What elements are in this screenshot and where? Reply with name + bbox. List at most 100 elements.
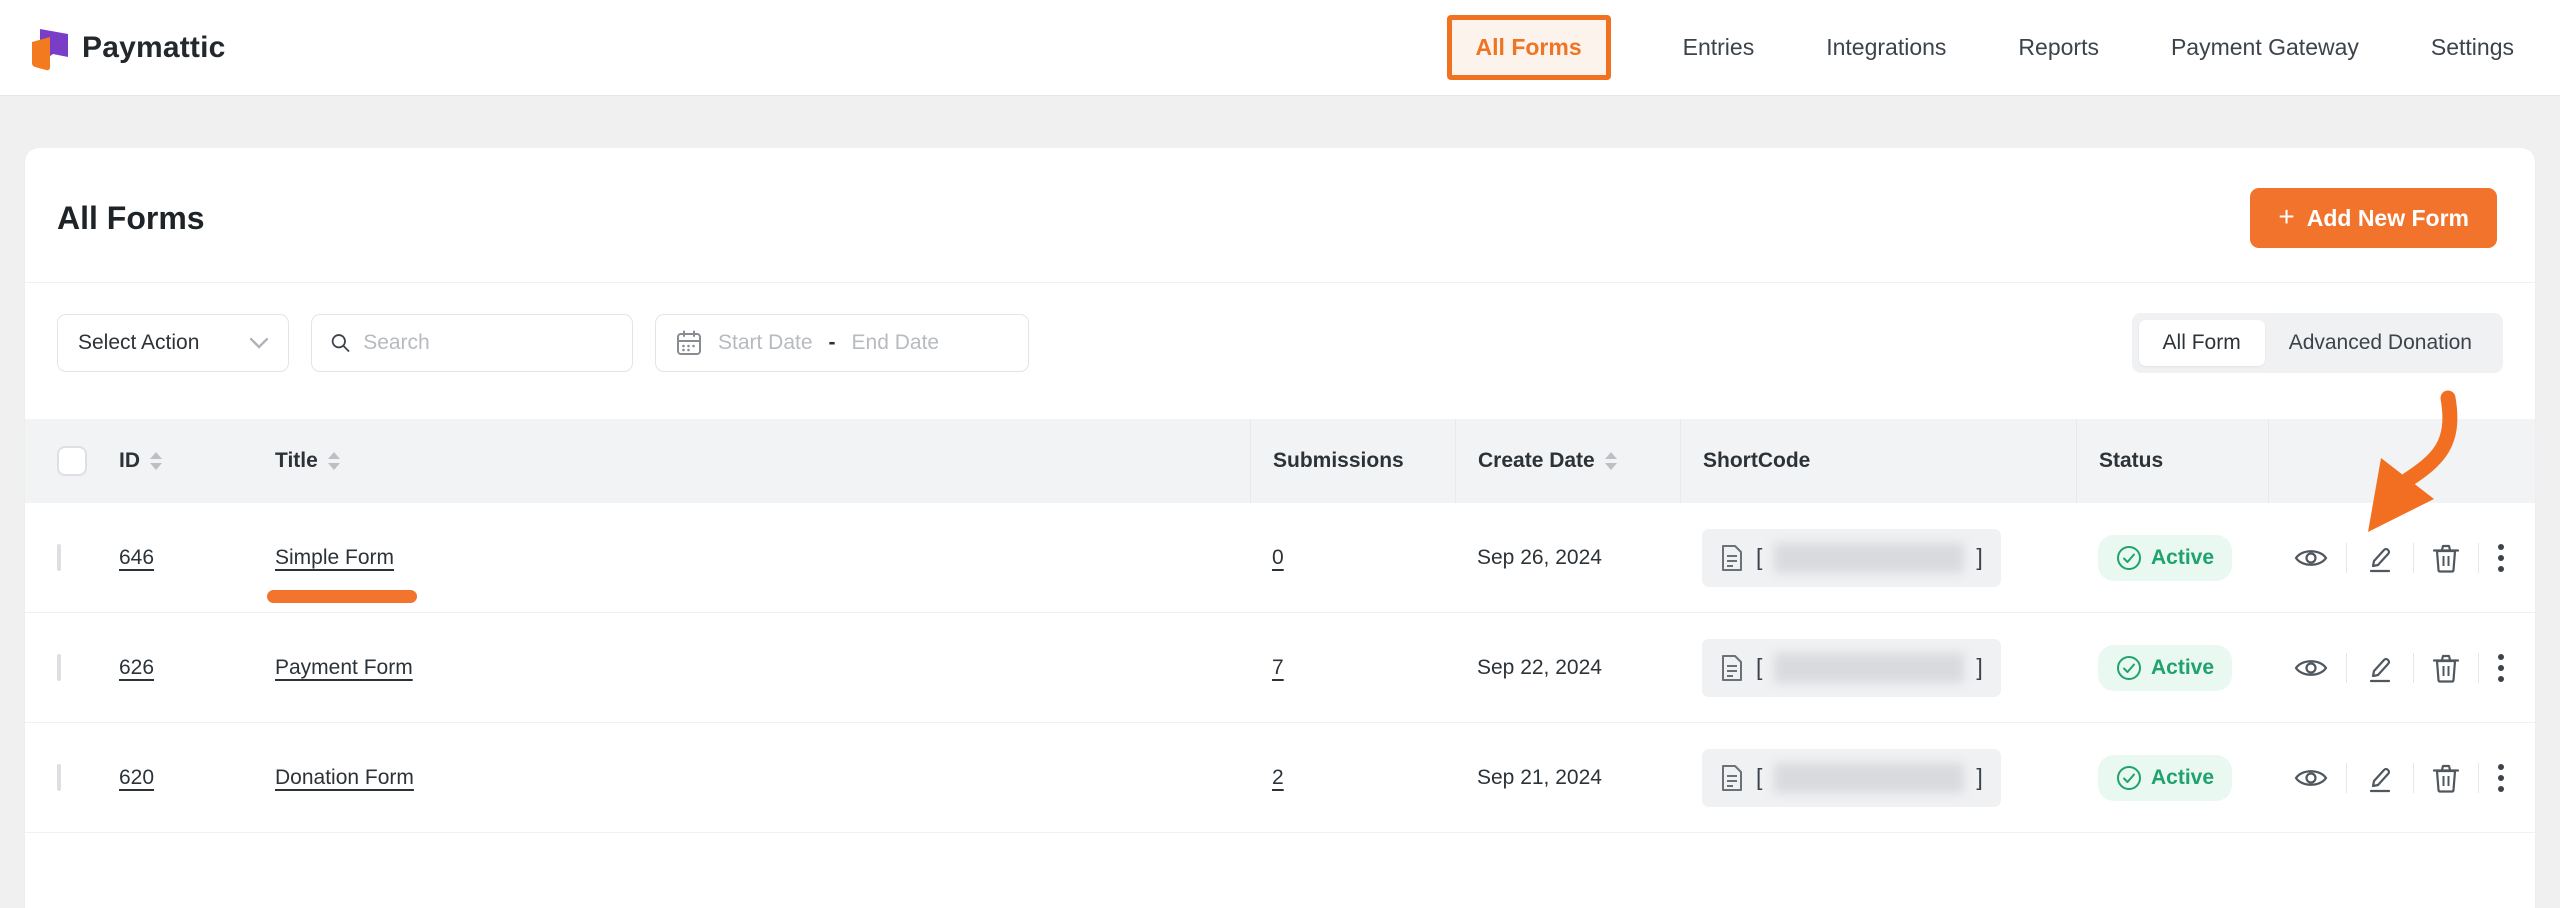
- form-id-link[interactable]: 646: [119, 546, 154, 569]
- copy-document-icon: [1720, 544, 1744, 572]
- form-id-link[interactable]: 626: [119, 656, 154, 679]
- edit-pencil-icon: [2365, 653, 2395, 683]
- form-title-link[interactable]: Payment Form: [275, 656, 413, 679]
- nav-reports[interactable]: Reports: [2018, 34, 2099, 61]
- more-options-button[interactable]: [2493, 758, 2509, 798]
- eye-icon: [2294, 546, 2328, 570]
- end-date-placeholder: End Date: [852, 331, 940, 355]
- divider: [2346, 543, 2347, 573]
- create-date: Sep 22, 2024: [1477, 656, 1702, 680]
- toolbar: Select Action Start Date -: [25, 283, 2535, 419]
- brand-name: Paymattic: [82, 31, 226, 65]
- view-button[interactable]: [2290, 652, 2332, 684]
- shortcode-copy[interactable]: [ ]: [1702, 749, 2001, 807]
- kebab-menu-icon: [2497, 762, 2505, 794]
- kebab-menu-icon: [2497, 652, 2505, 684]
- nav-settings[interactable]: Settings: [2431, 34, 2514, 61]
- redacted-shortcode: [1774, 543, 1964, 573]
- brand: Paymattic: [26, 25, 226, 71]
- nav-entries[interactable]: Entries: [1683, 34, 1755, 61]
- form-title-link[interactable]: Simple Form: [275, 546, 394, 569]
- search-icon: [330, 331, 351, 355]
- date-range-picker[interactable]: Start Date - End Date: [655, 314, 1029, 372]
- calendar-icon: [676, 330, 702, 356]
- copy-document-icon: [1720, 764, 1744, 792]
- date-separator: -: [829, 331, 836, 355]
- toggle-advanced-donation[interactable]: Advanced Donation: [2265, 320, 2496, 366]
- row-checkbox[interactable]: [57, 544, 61, 571]
- status-badge: Active: [2098, 755, 2232, 801]
- more-options-button[interactable]: [2493, 648, 2509, 688]
- sort-icon: [327, 451, 341, 471]
- sort-icon: [1604, 451, 1618, 471]
- eye-icon: [2294, 656, 2328, 680]
- divider: [2413, 653, 2414, 683]
- search-input[interactable]: [363, 331, 614, 355]
- edit-button[interactable]: [2361, 759, 2399, 797]
- trash-icon: [2432, 763, 2460, 793]
- chevron-down-icon: [250, 338, 268, 349]
- submissions-link[interactable]: 7: [1272, 656, 1284, 679]
- table-header: ID Title Submissions Create Date ShortCo…: [25, 419, 2535, 503]
- create-date: Sep 26, 2024: [1477, 546, 1702, 570]
- column-status: Status: [2099, 449, 2163, 473]
- kebab-menu-icon: [2497, 542, 2505, 574]
- nav-payment-gateway[interactable]: Payment Gateway: [2171, 34, 2359, 61]
- page-title: All Forms: [57, 200, 205, 237]
- edit-pencil-icon: [2365, 543, 2395, 573]
- all-forms-card: All Forms + Add New Form Select Action: [25, 148, 2535, 908]
- plus-icon: +: [2278, 203, 2294, 231]
- select-action-dropdown[interactable]: Select Action: [57, 314, 289, 372]
- select-all-checkbox[interactable]: [57, 446, 87, 476]
- delete-button[interactable]: [2428, 649, 2464, 687]
- divider: [2413, 543, 2414, 573]
- view-button[interactable]: [2290, 542, 2332, 574]
- column-title[interactable]: Title: [275, 449, 341, 473]
- column-submissions[interactable]: Submissions: [1273, 449, 1404, 473]
- edit-button[interactable]: [2361, 649, 2399, 687]
- delete-button[interactable]: [2428, 539, 2464, 577]
- status-badge: Active: [2098, 535, 2232, 581]
- check-circle-icon: [2116, 545, 2142, 571]
- divider: [2413, 763, 2414, 793]
- annotation-underline: [267, 590, 417, 603]
- toggle-all-form[interactable]: All Form: [2139, 320, 2265, 366]
- eye-icon: [2294, 766, 2328, 790]
- delete-button[interactable]: [2428, 759, 2464, 797]
- column-id[interactable]: ID: [119, 449, 163, 473]
- status-badge: Active: [2098, 645, 2232, 691]
- nav-all-forms[interactable]: All Forms: [1476, 34, 1582, 61]
- column-create-date[interactable]: Create Date: [1478, 449, 1618, 473]
- form-id-link[interactable]: 620: [119, 766, 154, 789]
- copy-document-icon: [1720, 654, 1744, 682]
- edit-pencil-icon: [2365, 763, 2395, 793]
- divider: [2346, 653, 2347, 683]
- edit-button[interactable]: [2361, 539, 2399, 577]
- paymattic-logo-icon: [26, 25, 68, 71]
- topbar: Paymattic All Forms Entries Integrations…: [0, 0, 2560, 96]
- add-new-form-button[interactable]: + Add New Form: [2250, 188, 2497, 248]
- form-title-link[interactable]: Donation Form: [275, 766, 414, 789]
- row-checkbox[interactable]: [57, 764, 61, 791]
- redacted-shortcode: [1774, 763, 1964, 793]
- sort-icon: [149, 451, 163, 471]
- table-row: 646 Simple Form 0 Sep 26, 2024 [ ]: [25, 503, 2535, 613]
- submissions-link[interactable]: 2: [1272, 766, 1284, 789]
- view-button[interactable]: [2290, 762, 2332, 794]
- trash-icon: [2432, 543, 2460, 573]
- shortcode-copy[interactable]: [ ]: [1702, 639, 2001, 697]
- trash-icon: [2432, 653, 2460, 683]
- row-checkbox[interactable]: [57, 654, 61, 681]
- create-date: Sep 21, 2024: [1477, 766, 1702, 790]
- table-row: 626 Payment Form 7 Sep 22, 2024 [ ]: [25, 613, 2535, 723]
- search-field: [311, 314, 633, 372]
- shortcode-copy[interactable]: [ ]: [1702, 529, 2001, 587]
- check-circle-icon: [2116, 655, 2142, 681]
- submissions-link[interactable]: 0: [1272, 546, 1284, 569]
- table-row: 620 Donation Form 2 Sep 21, 2024 [ ]: [25, 723, 2535, 833]
- main-nav: All Forms Entries Integrations Reports P…: [1447, 15, 2514, 80]
- annotation-highlight-box: All Forms: [1447, 15, 1611, 80]
- nav-integrations[interactable]: Integrations: [1826, 34, 1946, 61]
- column-shortcode: ShortCode: [1703, 449, 1810, 473]
- more-options-button[interactable]: [2493, 538, 2509, 578]
